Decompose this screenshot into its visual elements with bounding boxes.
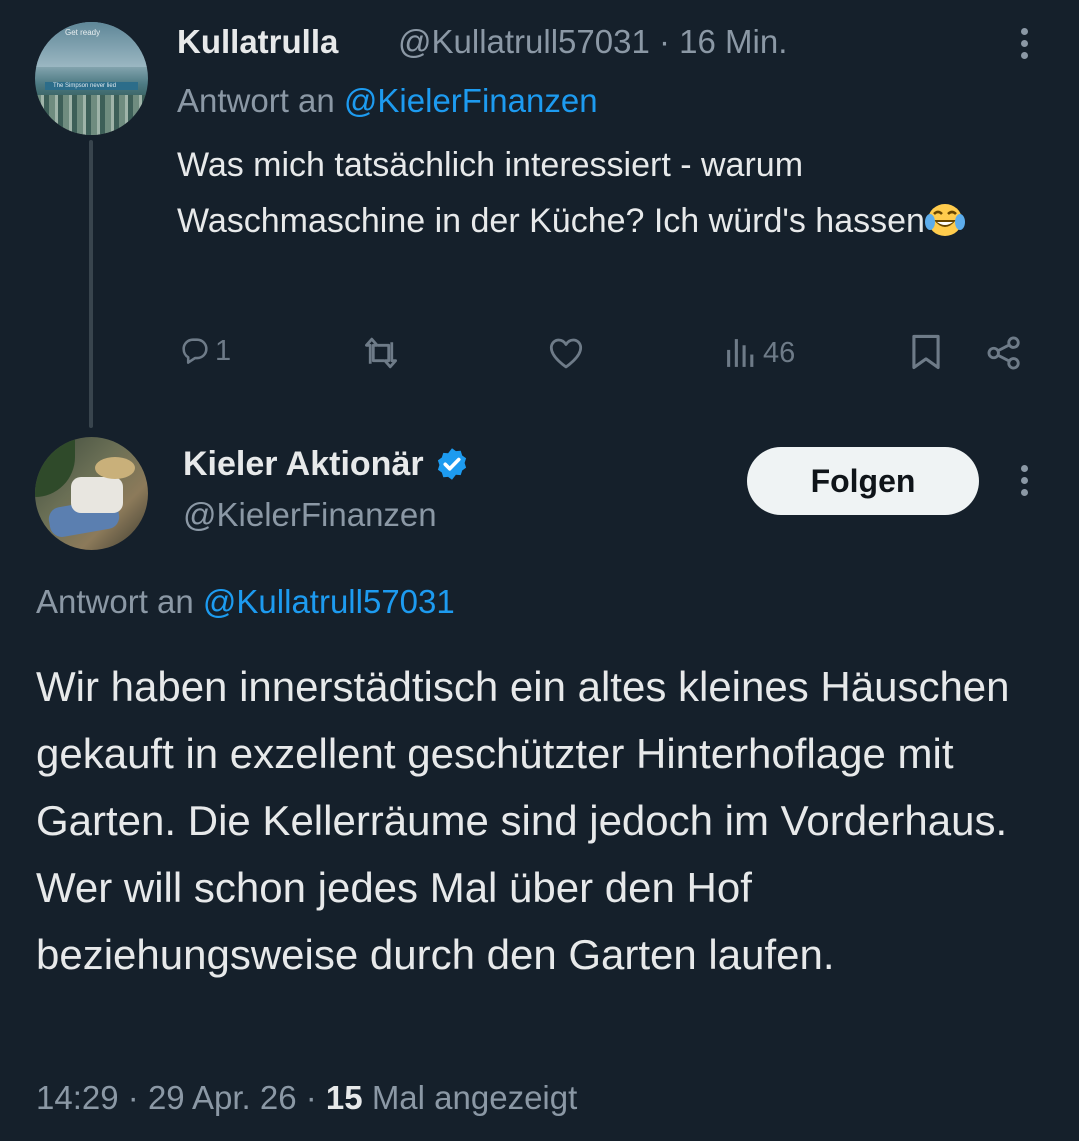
- reply-icon: [182, 338, 208, 364]
- reply-prefix: Antwort an: [177, 82, 335, 119]
- reply-tweet-text: Was mich tatsächlich interessiert - waru…: [177, 137, 1027, 249]
- footer-separator-1: ·: [127, 1079, 139, 1116]
- bookmark-icon: [912, 334, 940, 370]
- views-count: 46: [763, 336, 796, 369]
- thread-connector-line: [89, 140, 93, 428]
- follow-button[interactable]: Folgen: [747, 447, 979, 515]
- reply-more-icon[interactable]: [1019, 28, 1029, 64]
- retweet-icon: [365, 337, 397, 369]
- avatar-kullatrulla[interactable]: Get ready The Simpson never lied: [35, 22, 148, 135]
- main-mention-link[interactable]: @Kullatrull57031: [203, 583, 455, 620]
- reply-reply-to-line: Antwort an @KielerFinanzen: [177, 81, 598, 121]
- reply-tweet-body: Was mich tatsächlich interessiert - waru…: [177, 146, 925, 240]
- tweet-time[interactable]: 14:29: [36, 1079, 119, 1116]
- laughing-tears-emoji-icon: [924, 204, 965, 236]
- main-author-name[interactable]: Kieler Aktionär: [183, 442, 424, 486]
- main-reply-prefix: Antwort an: [36, 583, 194, 620]
- avatar-kieler-aktionaer[interactable]: [35, 437, 148, 550]
- retweet-button[interactable]: [361, 336, 401, 370]
- tweet-views-label: Mal angezeigt: [371, 1079, 578, 1116]
- reply-author-name[interactable]: Kullatrulla: [177, 22, 338, 62]
- share-button[interactable]: [985, 335, 1023, 371]
- main-author-name-row[interactable]: Kieler Aktionär: [183, 442, 470, 486]
- verified-badge-icon[interactable]: [434, 446, 470, 482]
- reply-meta-separator: ·: [659, 23, 670, 60]
- reply-count: 1: [215, 334, 232, 367]
- main-reply-to-line: Antwort an @Kullatrull57031: [36, 581, 455, 623]
- reply-time-ago[interactable]: 16 Min.: [679, 23, 787, 60]
- reply-button[interactable]: 1: [177, 334, 231, 368]
- avatar-caption: The Simpson never lied: [53, 83, 117, 89]
- like-icon: [549, 338, 583, 369]
- tweet-view-count: 15: [325, 1079, 363, 1116]
- reply-mention-link[interactable]: @KielerFinanzen: [344, 82, 598, 119]
- bookmark-button[interactable]: [910, 333, 942, 371]
- avatar-caption-top: Get ready: [65, 28, 101, 37]
- main-tweet-footer: 14:29 · 29 Apr. 26 · 15 Mal angezeigt: [36, 1077, 577, 1119]
- share-icon: [987, 336, 1020, 370]
- tweet-date[interactable]: 29 Apr. 26: [148, 1079, 297, 1116]
- main-tweet-text: Wir haben innerstädtisch ein altes klein…: [36, 663, 1010, 978]
- main-author-handle[interactable]: @KielerFinanzen: [183, 494, 437, 536]
- footer-separator-2: ·: [305, 1079, 317, 1116]
- views-button[interactable]: 46: [725, 336, 795, 370]
- main-more-icon[interactable]: [1019, 465, 1029, 501]
- like-button[interactable]: [547, 336, 585, 370]
- views-icon: [727, 339, 754, 367]
- reply-author-handle[interactable]: @Kullatrull57031: [398, 23, 650, 60]
- reply-author-meta: @Kullatrull57031 · 16 Min.: [398, 22, 787, 62]
